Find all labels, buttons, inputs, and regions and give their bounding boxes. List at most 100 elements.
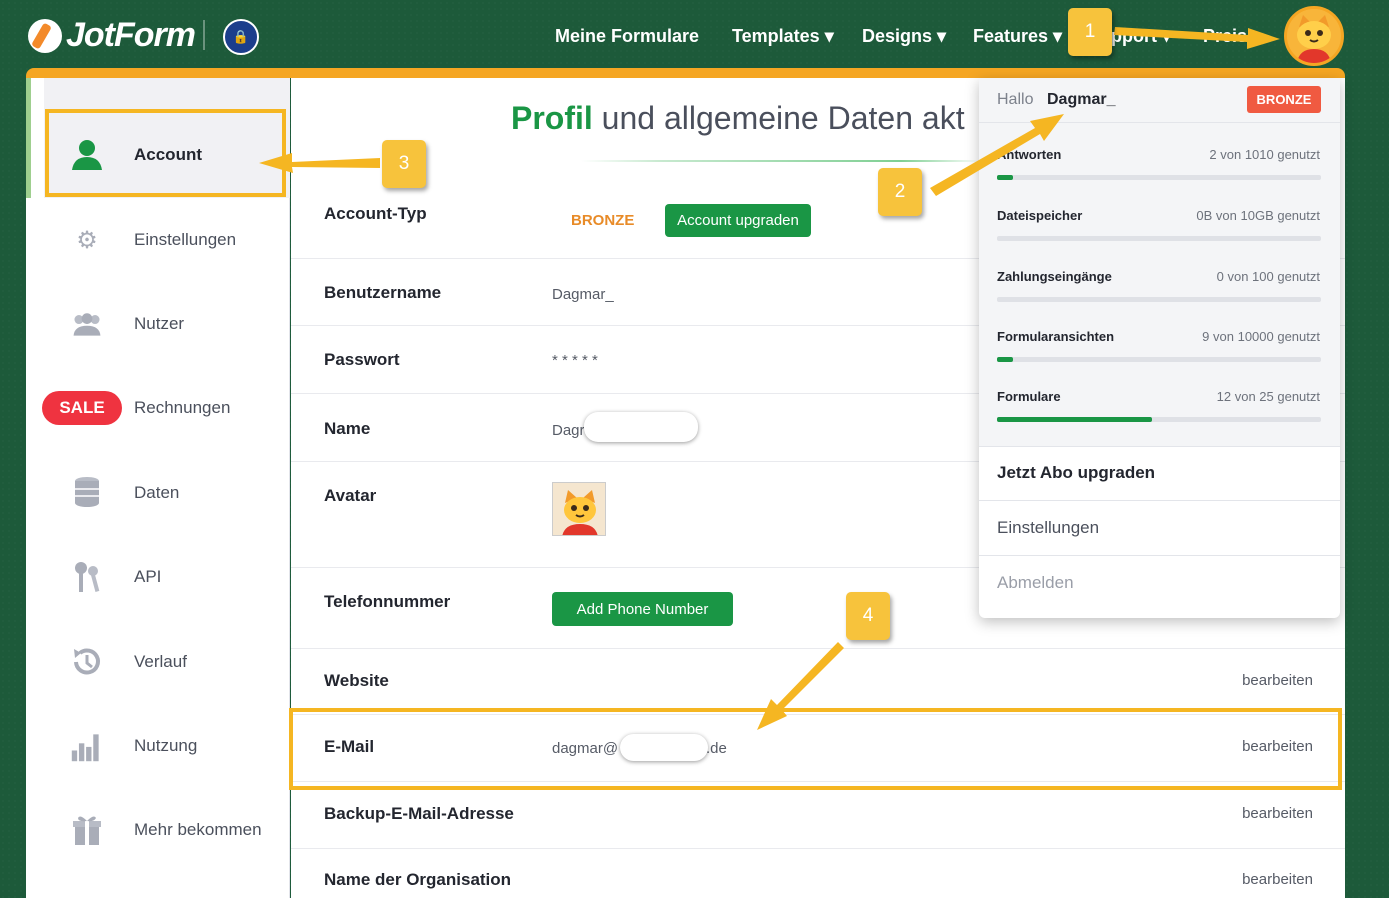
edit-backup-email-link[interactable]: bearbeiten [1242,805,1313,822]
row-label: Telefonnummer [324,592,451,611]
sidebar-item-label: Mehr bekommen [134,820,262,839]
gift-icon [70,813,104,847]
row-label: Benutzername [324,283,442,302]
usage-count: 0B von 10GB genutzt [1196,208,1320,223]
row-label: Avatar [324,486,377,505]
usage-count: 2 von 1010 genutzt [1209,147,1320,162]
sidebar-item-data[interactable]: Daten [26,473,290,513]
top-navigation: JotForm 🔒 Meine Formulare Templates ▾ De… [0,0,1389,70]
row-label: Website [324,671,389,690]
dropdown-greeting: Hallo [997,91,1034,108]
user-dropdown-menu: Hallo Dagmar_ BRONZE Antworten 2 von 101… [979,78,1340,618]
plan-badge: BRONZE [1247,86,1321,113]
nav-templates[interactable]: Templates ▾ [732,26,834,47]
usage-bar [997,357,1321,362]
dropdown-divider [979,122,1340,123]
database-icon [70,476,104,510]
edit-organisation-link[interactable]: bearbeiten [1242,871,1313,888]
keys-icon [70,560,104,594]
row-backup-email: Backup-E-Mail-Adresse bearbeiten [291,781,1345,848]
sidebar-item-label: Nutzung [134,736,198,755]
sale-icon: SALE [42,391,122,425]
usage-count: 9 von 10000 genutzt [1202,329,1320,344]
upgrade-plan-link[interactable]: Jetzt Abo upgraden [997,463,1155,483]
add-phone-button[interactable]: Add Phone Number [552,592,733,626]
usage-label: Zahlungseingänge [997,269,1112,284]
settings-link[interactable]: Einstellungen [997,518,1099,538]
sidebar-item-invoices[interactable]: SALE Rechnungen [26,388,290,428]
logo-divider [203,20,205,50]
row-label: Passwort [324,350,400,369]
gdpr-lock-icon[interactable]: 🔒 [223,19,259,55]
row-label: Name der Organisation [324,870,512,889]
usage-count: 0 von 100 genutzt [1216,269,1320,284]
dropdown-username: Dagmar_ [1047,91,1116,108]
logo-text: JotForm [66,16,196,54]
name-value: Dagr [552,422,585,439]
step-callout-2: 2 [878,168,922,216]
jotform-logo[interactable]: JotForm [28,16,196,55]
sidebar-item-label: API [134,567,162,586]
sidebar-item-usage[interactable]: Nutzung [26,726,290,766]
highlight-email [289,708,1342,790]
usage-label: Formularansichten [997,329,1115,344]
row-label: Name [324,419,371,438]
sidebar-item-get-more[interactable]: Mehr bekommen [26,810,290,850]
sidebar-item-history[interactable]: Verlauf [26,642,290,682]
sidebar-item-label: Einstellungen [134,230,237,249]
usage-label: Antworten [997,147,1062,162]
row-label: Account-Typ [324,204,427,223]
usage-bar [997,297,1321,302]
dropdown-divider [979,555,1340,556]
nav-designs[interactable]: Designs ▾ [862,26,946,47]
bar-chart-icon [70,729,104,763]
cat-avatar-icon [1287,9,1341,63]
page-title-highlight: Profil [511,100,593,136]
usage-bar [997,236,1321,241]
usage-bar-fill [997,175,1013,180]
nav-my-forms[interactable]: Meine Formulare [555,26,699,47]
page-title-rest: und allgemeine Daten akt [601,100,965,136]
upgrade-account-button[interactable]: Account upgraden [665,204,811,237]
cat-avatar-icon [553,483,605,535]
highlight-account [45,109,286,197]
step-callout-1: 1 [1068,8,1112,56]
usage-count: 12 von 25 genutzt [1216,389,1320,404]
title-underline [581,160,981,162]
sidebar-item-label: Daten [134,483,180,502]
history-icon [70,645,104,679]
redaction-mask [584,412,698,442]
sidebar-item-settings[interactable]: ⚙ Einstellungen [26,220,290,260]
sidebar-item-users[interactable]: Nutzer [26,304,290,344]
logout-link[interactable]: Abmelden [997,573,1074,593]
avatar-image[interactable] [552,482,606,536]
sidebar-item-label: Rechnungen [134,398,231,417]
row-website: Website bearbeiten [291,648,1345,714]
users-icon [70,307,104,341]
edit-website-link[interactable]: bearbeiten [1242,672,1313,689]
step-callout-3: 3 [382,140,426,188]
sidebar-item-label: Verlauf [134,652,187,671]
username-value: Dagmar_ [552,286,614,303]
nav-pricing[interactable]: Preise [1203,26,1257,47]
card-top-accent [26,68,1345,78]
page-title: Profil und allgemeine Daten akt [511,100,965,137]
usage-bar [997,417,1321,422]
usage-bar [997,175,1321,180]
dropdown-divider [979,500,1340,501]
usage-bar-fill [997,417,1152,422]
pencil-logo-icon [28,18,62,53]
sidebar: Account ⚙ Einstellungen Nutzer SALE Rech… [26,78,290,898]
nav-features[interactable]: Features ▾ [973,26,1062,47]
sidebar-item-api[interactable]: API [26,557,290,597]
sidebar-item-label: Nutzer [134,314,185,333]
row-organisation: Name der Organisation bearbeiten [291,848,1345,898]
user-avatar-button[interactable] [1284,6,1344,66]
password-value: * * * * * [552,352,598,369]
usage-label: Dateispeicher [997,208,1083,223]
gears-icon: ⚙ [76,226,98,254]
account-type-badge: BRONZE [571,212,635,229]
step-callout-4: 4 [846,592,890,640]
dropdown-divider [979,446,1340,447]
usage-label: Formulare [997,389,1061,404]
